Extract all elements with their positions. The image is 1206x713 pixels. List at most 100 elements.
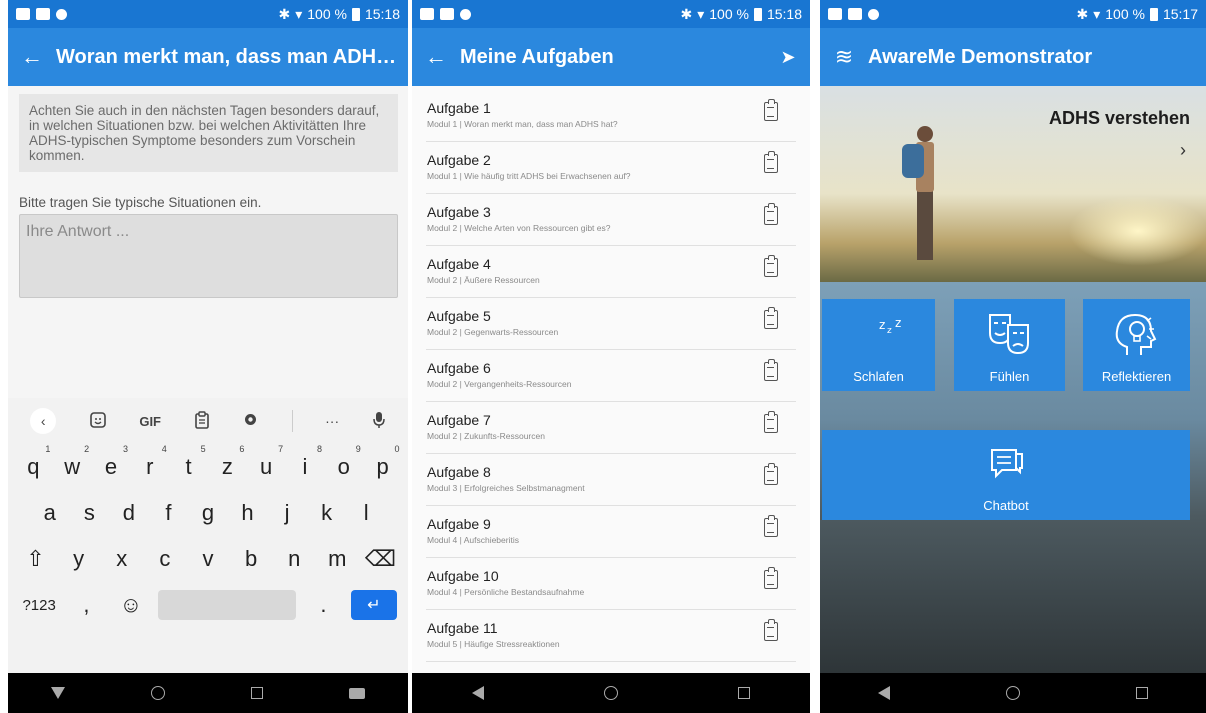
back-arrow-icon[interactable]: ← [412, 44, 460, 70]
menu-icon[interactable]: ≋ [820, 44, 868, 70]
clipboard-icon[interactable] [764, 463, 778, 485]
more-options-icon[interactable]: ··· [325, 413, 339, 429]
task-row[interactable]: Aufgabe 3 Modul 2 | Welche Arten von Ress… [426, 194, 796, 246]
settings-gear-icon[interactable] [242, 411, 259, 431]
question-screen: ✱ ▾ 100 % 15:18 ← Woran merkt man, dass … [8, 0, 408, 713]
gif-button[interactable]: GIF [139, 414, 161, 429]
key-h[interactable]: h [231, 500, 265, 526]
task-row[interactable]: Aufgabe 7 Modul 2 | Zukunfts-Ressourcen [426, 402, 796, 454]
key-p[interactable]: p0 [366, 444, 399, 480]
key-e[interactable]: e3 [94, 444, 128, 480]
delete-key[interactable]: ⌫ [363, 546, 397, 572]
key-m[interactable]: m [320, 546, 354, 572]
shift-key[interactable]: ⇧ [19, 546, 53, 572]
theater-masks-icon [988, 314, 1029, 355]
clipboard-icon[interactable] [764, 619, 778, 641]
back-nav-icon[interactable] [472, 686, 484, 700]
chatbot-tile[interactable]: Chatbot [822, 430, 1190, 520]
task-row[interactable]: Aufgabe 2 Modul 1 | Wie häufig tritt ADHS… [426, 142, 796, 194]
key-a[interactable]: a [33, 500, 67, 526]
answer-input[interactable]: Ihre Antwort ... [19, 214, 398, 298]
enter-key[interactable]: ↵ [350, 590, 397, 620]
chevron-left-icon[interactable]: ‹ [30, 408, 57, 434]
back-nav-icon[interactable] [51, 687, 65, 699]
key-hint-number: 6 [239, 444, 245, 454]
reflect-tile[interactable]: Reflektieren [1083, 299, 1190, 391]
clipboard-icon[interactable] [764, 151, 778, 173]
key-b[interactable]: b [234, 546, 268, 572]
key-t[interactable]: t5 [172, 444, 206, 480]
microphone-icon[interactable] [372, 411, 386, 432]
task-row[interactable]: Aufgabe 6 Modul 2 | Vergangenheits-Ressou… [426, 350, 796, 402]
feel-tile[interactable]: Fühlen [954, 299, 1065, 391]
task-subtitle: Modul 4 | Aufschieberitis [427, 535, 519, 545]
recents-nav-icon[interactable] [251, 687, 263, 699]
comma-key[interactable]: , [69, 592, 103, 618]
keyboard-switch-icon[interactable] [349, 687, 365, 699]
key-z[interactable]: z6 [210, 444, 245, 480]
key-u[interactable]: u7 [249, 444, 283, 480]
emoji-key[interactable]: ☺ [114, 592, 148, 618]
space-key[interactable] [158, 590, 297, 620]
recents-nav-icon[interactable] [1136, 687, 1148, 699]
back-nav-icon[interactable] [878, 686, 890, 700]
key-q[interactable]: q1 [16, 444, 50, 480]
task-row[interactable]: Aufgabe 11 Modul 5 | Häufige Stressreakti… [426, 610, 796, 662]
key-x[interactable]: x [105, 546, 139, 572]
clipboard-icon[interactable] [194, 410, 210, 432]
hero-banner[interactable]: ADHS verstehen › [820, 86, 1206, 282]
task-row[interactable]: Aufgabe 5 Modul 2 | Gegenwarts-Ressourcen [426, 298, 796, 350]
keyboard-row-1: q1w2e3r4t5z6u7i8o9p0 [8, 444, 408, 490]
task-row[interactable]: Aufgabe 8 Modul 3 | Erfolgreiches Selbstm… [426, 454, 796, 506]
key-r[interactable]: r4 [133, 444, 167, 480]
key-w[interactable]: w2 [55, 444, 89, 480]
clipboard-icon[interactable] [764, 359, 778, 381]
clipboard-icon[interactable] [764, 99, 778, 121]
answer-prompt: Bitte tragen Sie typische Situationen ei… [19, 195, 262, 210]
key-j[interactable]: j [270, 500, 304, 526]
battery-percent: 100 % [1105, 6, 1145, 22]
clipboard-icon[interactable] [764, 203, 778, 225]
gallery-notification-icon [440, 8, 454, 20]
task-row[interactable]: Aufgabe 10 Modul 4 | Persönliche Bestands… [426, 558, 796, 610]
back-arrow-icon[interactable]: ← [8, 44, 56, 70]
task-row[interactable]: Aufgabe 1 Modul 1 | Woran merkt man, dass… [426, 90, 796, 142]
key-v[interactable]: v [191, 546, 225, 572]
recents-nav-icon[interactable] [738, 687, 750, 699]
key-o[interactable]: o9 [327, 444, 361, 480]
home-nav-icon[interactable] [1006, 686, 1020, 700]
clipboard-icon[interactable] [764, 411, 778, 433]
key-l[interactable]: l [349, 500, 383, 526]
battery-icon [351, 7, 360, 21]
key-d[interactable]: d [112, 500, 146, 526]
clipboard-icon[interactable] [764, 567, 778, 589]
key-k[interactable]: k [310, 500, 344, 526]
period-key[interactable]: . [306, 592, 340, 618]
task-row[interactable]: Aufgabe 4 Modul 2 | Äußere Ressourcen [426, 246, 796, 298]
key-hint-number: 4 [161, 444, 167, 454]
key-g[interactable]: g [191, 500, 225, 526]
key-i[interactable]: i8 [288, 444, 322, 480]
key-hint-number: 2 [84, 444, 90, 454]
key-f[interactable]: f [151, 500, 185, 526]
clipboard-icon[interactable] [764, 307, 778, 329]
status-bar: ✱ ▾ 100 % 15:17 [820, 0, 1206, 28]
clipboard-icon[interactable] [764, 255, 778, 277]
key-n[interactable]: n [277, 546, 311, 572]
page-title: AwareMe Demonstrator [868, 45, 1093, 68]
sticker-icon[interactable] [89, 411, 107, 432]
key-y[interactable]: y [62, 546, 96, 572]
key-c[interactable]: c [148, 546, 182, 572]
task-row[interactable]: Aufgabe 9 Modul 4 | Aufschieberitis [426, 506, 796, 558]
task-subtitle: Modul 5 | Häufige Stressreaktionen [427, 639, 560, 649]
home-nav-icon[interactable] [604, 686, 618, 700]
app-bar: ← Woran merkt man, dass man ADH… [8, 28, 408, 86]
chevron-right-icon[interactable]: › [1180, 140, 1186, 161]
battery-icon [753, 7, 762, 21]
key-s[interactable]: s [72, 500, 106, 526]
sleep-tile[interactable]: z z z Schlafen [822, 299, 935, 391]
clipboard-icon[interactable] [764, 515, 778, 537]
symbols-key[interactable]: ?123 [19, 597, 59, 614]
home-nav-icon[interactable] [151, 686, 165, 700]
send-icon[interactable]: ➤ [766, 47, 810, 68]
